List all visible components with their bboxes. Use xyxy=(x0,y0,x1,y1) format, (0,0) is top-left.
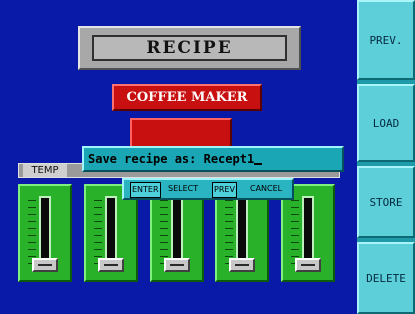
slider-scale xyxy=(28,200,36,264)
slider-scale xyxy=(94,200,102,264)
temp-slider-1[interactable] xyxy=(18,184,72,282)
enter-key[interactable]: ENTER xyxy=(130,182,161,198)
cancel-key[interactable]: CANCEL xyxy=(250,182,282,196)
text-cursor xyxy=(254,163,263,165)
slider-knob[interactable] xyxy=(295,258,321,272)
product-name-label: COFFEE MAKER xyxy=(112,84,262,111)
load-button[interactable]: LOAD xyxy=(357,84,415,162)
save-recipe-prompt: Save recipe as: Recept1 xyxy=(88,150,263,168)
slider-scale xyxy=(291,200,299,264)
store-button[interactable]: STORE xyxy=(357,166,415,238)
prev-button[interactable]: PREV. xyxy=(357,0,415,80)
hmi-screen: RECIPE COFFEE MAKER TEMP Save recipe as:… xyxy=(0,0,415,314)
prev-key[interactable]: PREV xyxy=(212,182,237,198)
delete-button[interactable]: DELETE xyxy=(357,242,415,314)
slider-knob[interactable] xyxy=(98,258,124,272)
save-recipe-dialog: Save recipe as: Recept1 xyxy=(82,146,344,172)
recipe-name-input[interactable]: Recept1 xyxy=(204,152,255,166)
slider-knob[interactable] xyxy=(229,258,255,272)
title-plate: RECIPE xyxy=(78,26,301,70)
slider-scale xyxy=(225,200,233,264)
slider-knob[interactable] xyxy=(164,258,190,272)
save-prompt-label: Save recipe as: xyxy=(88,152,204,166)
temp-label: TEMP xyxy=(23,164,67,177)
slider-knob[interactable] xyxy=(32,258,58,272)
side-button-panel: PREV. LOAD STORE DELETE xyxy=(357,0,415,314)
select-key[interactable]: SELECT xyxy=(168,182,198,196)
dialog-key-bar: ENTER SELECT PREV CANCEL xyxy=(122,178,294,200)
slider-scale xyxy=(160,200,168,264)
page-title: RECIPE xyxy=(92,35,287,61)
